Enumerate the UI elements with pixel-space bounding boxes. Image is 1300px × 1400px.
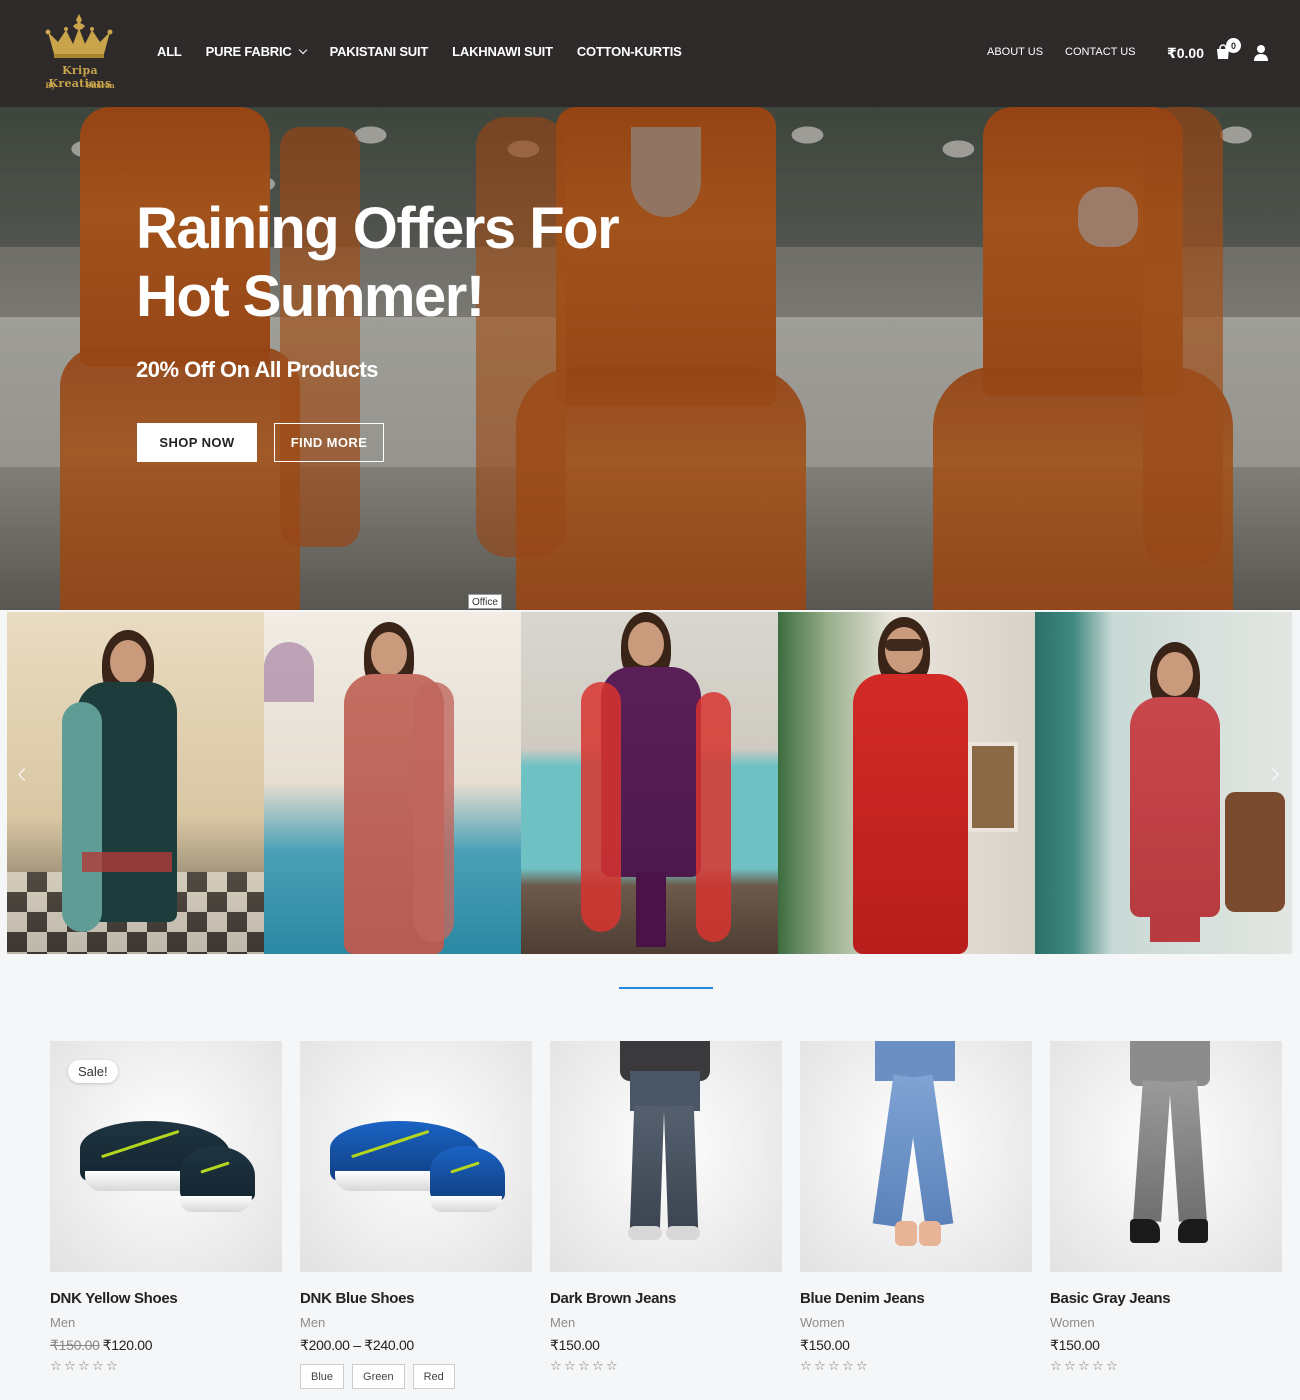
hero-subtitle: 20% Off On All Products: [136, 357, 378, 382]
cart-count-badge: 0: [1226, 38, 1241, 53]
secondary-nav: ABOUT US CONTACT US: [987, 46, 1136, 58]
star-icon: ☆: [1078, 1358, 1090, 1373]
hero-banner: Raining Offers For Hot Summer! 20% Off O…: [0, 107, 1300, 610]
nav-item-lakhnawi-suit[interactable]: LAKHNAWI SUIT: [452, 44, 553, 59]
star-rating: ☆ ☆ ☆ ☆ ☆: [50, 1359, 282, 1372]
nav-item-pure-fabric[interactable]: PURE FABRIC: [205, 44, 307, 59]
product-price: ₹150.00: [1050, 1337, 1100, 1353]
carousel-item[interactable]: [264, 612, 521, 954]
product-card[interactable]: Basic Gray Jeans Women ₹150.00 ☆ ☆ ☆ ☆ ☆: [1050, 1041, 1282, 1389]
nav-item-contact-us[interactable]: CONTACT US: [1065, 46, 1136, 58]
star-icon: ☆: [1092, 1358, 1104, 1373]
star-rating: ☆ ☆ ☆ ☆ ☆: [800, 1359, 1032, 1372]
brand-by: By: [45, 81, 56, 90]
star-icon: ☆: [828, 1358, 840, 1373]
star-icon: ☆: [564, 1358, 576, 1373]
cart-total[interactable]: ₹0.00: [1167, 45, 1204, 62]
star-icon: ☆: [50, 1358, 62, 1373]
star-icon: ☆: [1064, 1358, 1076, 1373]
star-rating: ☆ ☆ ☆ ☆ ☆: [1050, 1359, 1282, 1372]
product-category[interactable]: Women: [1050, 1315, 1282, 1330]
carousel-item[interactable]: [1035, 612, 1292, 954]
star-rating: ☆ ☆ ☆ ☆ ☆: [550, 1359, 782, 1372]
star-icon: ☆: [814, 1358, 826, 1373]
nav-item-pakistani-suit[interactable]: PAKISTANI SUIT: [330, 44, 429, 59]
product-category[interactable]: Men: [50, 1315, 282, 1330]
star-icon: ☆: [856, 1358, 868, 1373]
product-name[interactable]: Basic Gray Jeans: [1050, 1290, 1282, 1307]
product-price: ₹150.00 ₹120.00: [50, 1337, 282, 1354]
find-more-button[interactable]: FIND MORE: [274, 423, 384, 462]
product-carousel: [7, 612, 1292, 954]
product-image[interactable]: [550, 1041, 782, 1272]
crown-icon: [45, 14, 113, 58]
carousel-item[interactable]: [778, 612, 1035, 954]
product-price: ₹150.00: [800, 1337, 850, 1353]
product-card[interactable]: Blue Denim Jeans Women ₹150.00 ☆ ☆ ☆ ☆ ☆: [800, 1041, 1032, 1389]
star-icon: ☆: [106, 1358, 118, 1373]
product-card[interactable]: DNK Blue Shoes Men ₹200.00 – ₹240.00 Blu…: [300, 1041, 532, 1389]
swatch-blue[interactable]: Blue: [300, 1364, 345, 1389]
product-name[interactable]: DNK Blue Shoes: [300, 1290, 532, 1307]
product-name[interactable]: Blue Denim Jeans: [800, 1290, 1032, 1307]
section-divider: [619, 987, 713, 989]
star-icon: ☆: [842, 1358, 854, 1373]
product-category[interactable]: Men: [550, 1315, 782, 1330]
nav-item-pure-fabric-label: PURE FABRIC: [205, 44, 292, 59]
nav-item-all[interactable]: ALL: [157, 44, 182, 59]
shop-now-button[interactable]: SHOP NOW: [137, 423, 257, 462]
product-image[interactable]: [800, 1041, 1032, 1272]
site-header: Kripa Kreations By Simran ALL PURE FABRI…: [0, 0, 1300, 107]
product-card[interactable]: Sale! DNK Yellow Shoes Men ₹150.00 ₹120.0…: [50, 1041, 282, 1389]
user-icon[interactable]: [1253, 44, 1269, 61]
brand-subline: By Simran: [30, 81, 130, 90]
old-price: ₹150.00: [50, 1337, 100, 1353]
sale-badge: Sale!: [68, 1060, 118, 1083]
product-image[interactable]: Sale!: [50, 1041, 282, 1272]
star-icon: ☆: [606, 1358, 618, 1373]
product-category[interactable]: Men: [300, 1315, 532, 1330]
nav-item-cotton-kurtis[interactable]: COTTON-KURTIS: [577, 44, 682, 59]
product-price: ₹200.00 – ₹240.00: [300, 1337, 414, 1353]
star-icon: ☆: [64, 1358, 76, 1373]
product-image[interactable]: [1050, 1041, 1282, 1272]
office-tag: Office: [468, 594, 502, 609]
product-name[interactable]: Dark Brown Jeans: [550, 1290, 782, 1307]
hero-title: Raining Offers For Hot Summer!: [136, 196, 620, 329]
carousel-item[interactable]: [7, 612, 264, 954]
sale-price: ₹120.00: [102, 1337, 153, 1353]
product-card[interactable]: Dark Brown Jeans Men ₹150.00 ☆ ☆ ☆ ☆ ☆: [550, 1041, 782, 1389]
product-price: ₹150.00: [550, 1337, 600, 1353]
product-name[interactable]: DNK Yellow Shoes: [50, 1290, 282, 1307]
color-swatches: Blue Green Red: [300, 1364, 532, 1389]
star-icon: ☆: [550, 1358, 562, 1373]
star-icon: ☆: [592, 1358, 604, 1373]
swatch-green[interactable]: Green: [352, 1364, 405, 1389]
carousel-item[interactable]: [521, 612, 778, 954]
product-image[interactable]: [300, 1041, 532, 1272]
main-nav: ALL PURE FABRIC PAKISTANI SUIT LAKHNAWI …: [157, 44, 682, 59]
star-icon: ☆: [92, 1358, 104, 1373]
star-icon: ☆: [800, 1358, 812, 1373]
product-category[interactable]: Women: [800, 1315, 1032, 1330]
star-icon: ☆: [1106, 1358, 1118, 1373]
brand-logo[interactable]: Kripa Kreations By Simran: [30, 12, 130, 94]
star-icon: ☆: [78, 1358, 90, 1373]
nav-item-about-us[interactable]: ABOUT US: [987, 46, 1043, 58]
swatch-red[interactable]: Red: [412, 1364, 455, 1389]
chevron-down-icon: [298, 45, 307, 54]
brand-owner: Simran: [86, 81, 115, 90]
product-grid: Sale! DNK Yellow Shoes Men ₹150.00 ₹120.0…: [50, 1041, 1282, 1389]
star-icon: ☆: [578, 1358, 590, 1373]
star-icon: ☆: [1050, 1358, 1062, 1373]
